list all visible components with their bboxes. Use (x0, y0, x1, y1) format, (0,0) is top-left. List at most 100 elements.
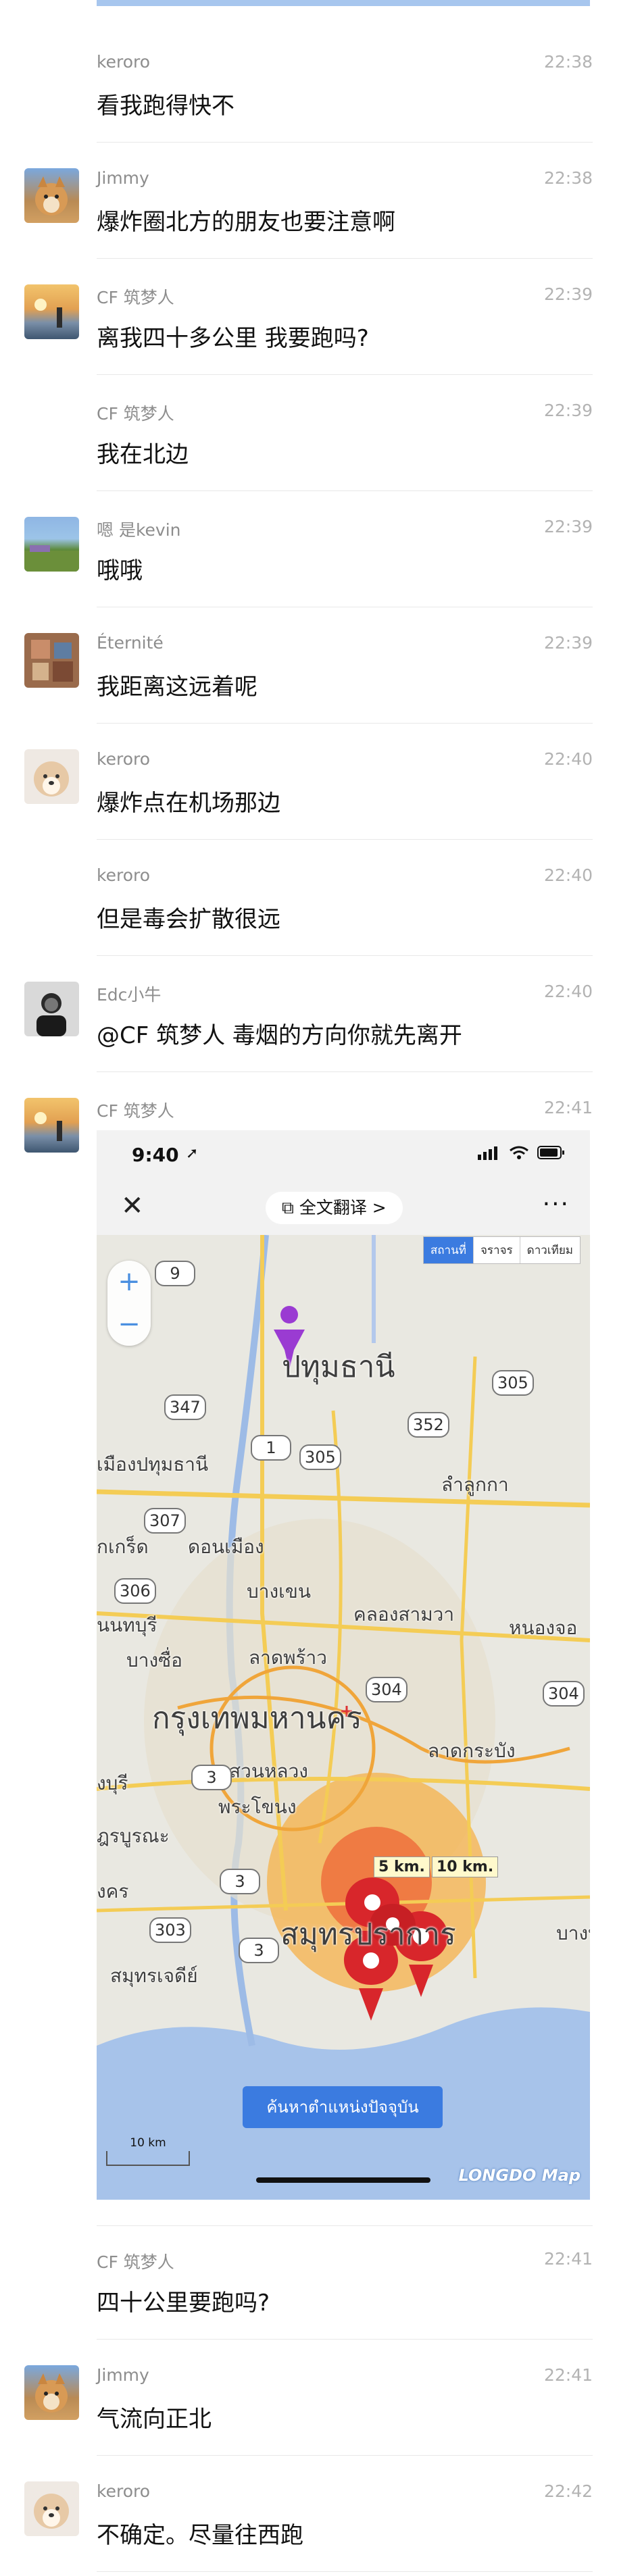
road-number: 307 (144, 1508, 186, 1534)
message-text: 气流向正北 (97, 2406, 212, 2433)
divider (97, 2571, 593, 2572)
divider (97, 2225, 593, 2226)
place-label: กเกร็ด (97, 1536, 149, 1558)
road-number: 306 (114, 1578, 156, 1604)
location-arrow-icon: ➚ (186, 1145, 199, 1162)
landscape-avatar-icon (24, 545, 79, 572)
avatar[interactable] (24, 2365, 79, 2420)
map-type-traffic[interactable]: จราจร (472, 1237, 520, 1263)
place-label: สมุทรปราการ (280, 1917, 456, 1952)
avatar[interactable] (24, 284, 79, 339)
message-time: 22:41 (543, 1098, 593, 1117)
dog-avatar-icon (35, 176, 68, 216)
message-time: 22:42 (543, 2481, 593, 2501)
place-label: ปทุมธานี (282, 1350, 395, 1384)
scale-label: 10 km (130, 2136, 166, 2150)
zoom-out-button[interactable]: − (107, 1303, 151, 1346)
message-text: 离我四十多公里 我要跑吗? (97, 325, 369, 352)
battery-icon (537, 1146, 564, 1159)
message-text: 我距离这远着呢 (97, 674, 257, 701)
divider (97, 955, 593, 956)
road-number: 1 (251, 1435, 291, 1461)
divider (97, 2339, 593, 2340)
road-number: 305 (299, 1444, 341, 1470)
avatar[interactable] (24, 1098, 79, 1153)
road-number: 3 (239, 1938, 279, 1963)
message-text: 但是毒会扩散很远 (97, 906, 280, 933)
divider (97, 374, 593, 375)
place-label: สวนหลวง (229, 1760, 308, 1782)
road-number: 304 (543, 1681, 585, 1707)
divider (97, 142, 593, 143)
message-time: 22:40 (543, 982, 593, 1001)
avatar[interactable] (24, 2481, 79, 2536)
message-time: 22:38 (543, 168, 593, 188)
more-icon[interactable]: ··· (543, 1190, 570, 1218)
road-number: 304 (366, 1677, 408, 1702)
message-text: 哦哦 (97, 557, 143, 584)
map-type-switch[interactable]: สถานที่ จราจร ดาวเทียม (422, 1236, 581, 1264)
place-label: ลำลูกกา (441, 1473, 509, 1496)
message-text: 我在北边 (97, 441, 189, 468)
place-label: กรุงเทพมหานคร (152, 1701, 362, 1736)
place-label: นนทบุรี (97, 1614, 157, 1636)
sender-name: 嗯 是kevin (97, 520, 181, 540)
translate-label: 全文翻译 > (299, 1198, 387, 1217)
place-label: บางเขน (247, 1580, 312, 1602)
phone-status-bar: 9:40 ➚ (97, 1130, 590, 1181)
close-icon[interactable]: ✕ (121, 1190, 144, 1221)
road-number: 3 (220, 1869, 260, 1894)
avatar[interactable] (24, 633, 79, 688)
portrait-avatar-icon (36, 993, 66, 1036)
translate-icon: ⧉ (282, 1198, 294, 1217)
avatar[interactable] (24, 168, 79, 223)
sender-name: CF 筑梦人 (97, 2252, 174, 2272)
message-time: 22:40 (543, 865, 593, 885)
sender-name: Edc小牛 (97, 985, 162, 1005)
signal-icon (478, 1146, 497, 1160)
map-type-satellite[interactable]: ดาวเทียม (519, 1237, 580, 1263)
message-time: 22:40 (543, 749, 593, 769)
place-label: งคร (97, 1880, 129, 1902)
divider (97, 258, 593, 259)
find-current-location-button[interactable]: ค้นหาตำแหน่งปัจจุบัน (243, 2086, 443, 2128)
distance-label-5km: 5 km. (374, 1857, 430, 1877)
road-number: 303 (149, 1917, 191, 1943)
wifi-icon (510, 1146, 528, 1159)
message-text: 看我跑得快不 (97, 93, 235, 120)
sender-name: keroro (97, 749, 151, 769)
abstract-avatar-icon (31, 640, 73, 682)
sender-name: Éternité (97, 633, 164, 653)
message-time: 22:38 (543, 52, 593, 72)
avatar[interactable] (24, 982, 79, 1036)
divider (97, 2455, 593, 2456)
zoom-in-button[interactable]: + (107, 1261, 151, 1303)
place-label: คลองสามวา (353, 1603, 455, 1625)
status-icons (478, 1145, 566, 1160)
zoom-control: + − (107, 1261, 151, 1346)
place-label: งบุรี (97, 1772, 128, 1794)
message-item: keroro 22:38 看我跑得快不 (0, 52, 617, 167)
distance-label-10km: 10 km. (432, 1857, 499, 1877)
map-scale-bar: 10 km (106, 2138, 190, 2166)
dog-avatar-icon (35, 2373, 68, 2413)
place-label: ลาดกระบัง (428, 1740, 516, 1762)
sender-name: keroro (97, 2481, 151, 2501)
place-label: ดอนเมือง (188, 1536, 264, 1558)
message-time: 22:41 (543, 2365, 593, 2385)
sender-name: CF 筑梦人 (97, 404, 174, 424)
avatar[interactable] (24, 517, 79, 572)
road-number: 305 (492, 1370, 534, 1396)
map-view[interactable]: สถานที่ จราจร ดาวเทียม + − ปทุมธานี เมือ… (97, 1235, 590, 2200)
place-label: ลาดพร้าว (249, 1646, 328, 1669)
place-label: หนองจอ (509, 1617, 578, 1639)
status-clock: 9:40 (132, 1144, 179, 1166)
message-time: 22:39 (543, 401, 593, 420)
translate-button[interactable]: ⧉ 全文翻译 > (266, 1192, 403, 1224)
message-text: 爆炸点在机场那边 (97, 790, 280, 817)
message-time: 22:39 (543, 633, 593, 653)
avatar[interactable] (24, 749, 79, 804)
map-screenshot-image[interactable]: 9:40 ➚ ✕ ⧉ 全文翻译 > ··· สถานที่ จราจร ดาวเ… (97, 1130, 590, 2200)
message-text: 四十公里要跑吗? (97, 2290, 270, 2317)
map-type-places[interactable]: สถานที่ (423, 1237, 473, 1263)
